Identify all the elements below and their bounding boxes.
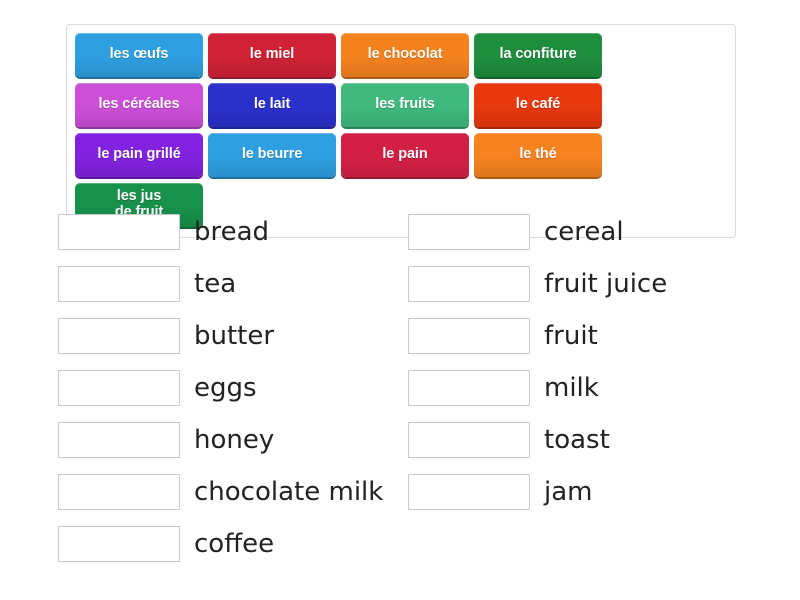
answer-label: cereal: [544, 217, 624, 247]
word-tile-label: le pain: [382, 146, 428, 163]
answer-row: chocolate milk: [58, 466, 408, 518]
answer-drop-box[interactable]: [58, 474, 180, 510]
answer-label: eggs: [194, 373, 257, 403]
word-tile-label: le miel: [249, 46, 295, 63]
answer-label: honey: [194, 425, 275, 455]
answer-row: butter: [58, 310, 408, 362]
answer-drop-box[interactable]: [58, 318, 180, 354]
answer-row: honey: [58, 414, 408, 466]
word-tile[interactable]: le café: [474, 83, 602, 127]
word-tile-label: le pain grillé: [97, 146, 181, 163]
word-tile-label: le chocolat: [367, 46, 443, 63]
answer-drop-box[interactable]: [408, 214, 530, 250]
answer-drop-box[interactable]: [58, 214, 180, 250]
answer-label: bread: [194, 217, 270, 247]
word-tile[interactable]: les fruits: [341, 83, 469, 127]
word-tile-label: le lait: [253, 96, 291, 113]
word-tile-label: les œufs: [109, 46, 169, 63]
word-tile[interactable]: le thé: [474, 133, 602, 177]
word-tile-label: les fruits: [375, 96, 435, 113]
word-tile[interactable]: les céréales: [75, 83, 203, 127]
word-tile[interactable]: le chocolat: [341, 33, 469, 77]
answer-drop-box[interactable]: [408, 422, 530, 458]
answer-row: coffee: [58, 518, 408, 570]
answer-label: butter: [194, 321, 275, 351]
answer-drop-box[interactable]: [408, 474, 530, 510]
word-tile-grid: les œufs le miel le chocolat la confiture le…: [73, 31, 730, 231]
answer-row: milk: [408, 362, 758, 414]
answer-column-left: bread tea butter eggs honey chocolate milk cof…: [58, 206, 408, 570]
answer-row: toast: [408, 414, 758, 466]
answer-row: cereal: [408, 206, 758, 258]
answer-label: toast: [544, 425, 610, 455]
answer-label: coffee: [194, 529, 275, 559]
word-tile-label: le beurre: [241, 146, 303, 163]
word-tile-label: la confiture: [499, 46, 577, 63]
answer-drop-box[interactable]: [58, 422, 180, 458]
answer-drop-box[interactable]: [408, 266, 530, 302]
answer-drop-box[interactable]: [58, 526, 180, 562]
answer-label: fruit juice: [544, 269, 668, 299]
answer-label: chocolate milk: [194, 477, 384, 507]
answer-row: fruit juice: [408, 258, 758, 310]
answer-label: jam: [544, 477, 593, 507]
word-tile[interactable]: le pain grillé: [75, 133, 203, 177]
answer-row: fruit: [408, 310, 758, 362]
answer-drop-box[interactable]: [408, 370, 530, 406]
answer-drop-box[interactable]: [408, 318, 530, 354]
word-tile[interactable]: la confiture: [474, 33, 602, 77]
word-tile[interactable]: le pain: [341, 133, 469, 177]
answer-drop-box[interactable]: [58, 370, 180, 406]
answer-label: tea: [194, 269, 237, 299]
answer-label: fruit: [544, 321, 598, 351]
word-tile-label: les céréales: [98, 96, 180, 113]
word-tile-label: le café: [515, 96, 561, 113]
word-tile[interactable]: le miel: [208, 33, 336, 77]
answer-row: jam: [408, 466, 758, 518]
answer-label: milk: [544, 373, 599, 403]
word-tile[interactable]: les œufs: [75, 33, 203, 77]
answer-row: bread: [58, 206, 408, 258]
answer-area: bread tea butter eggs honey chocolate milk cof…: [58, 206, 758, 570]
word-tile[interactable]: le lait: [208, 83, 336, 127]
answer-row: tea: [58, 258, 408, 310]
answer-column-right: cereal fruit juice fruit milk toast jam: [408, 206, 758, 570]
answer-row: eggs: [58, 362, 408, 414]
word-tile-label: le thé: [519, 146, 557, 163]
word-tile[interactable]: le beurre: [208, 133, 336, 177]
answer-drop-box[interactable]: [58, 266, 180, 302]
